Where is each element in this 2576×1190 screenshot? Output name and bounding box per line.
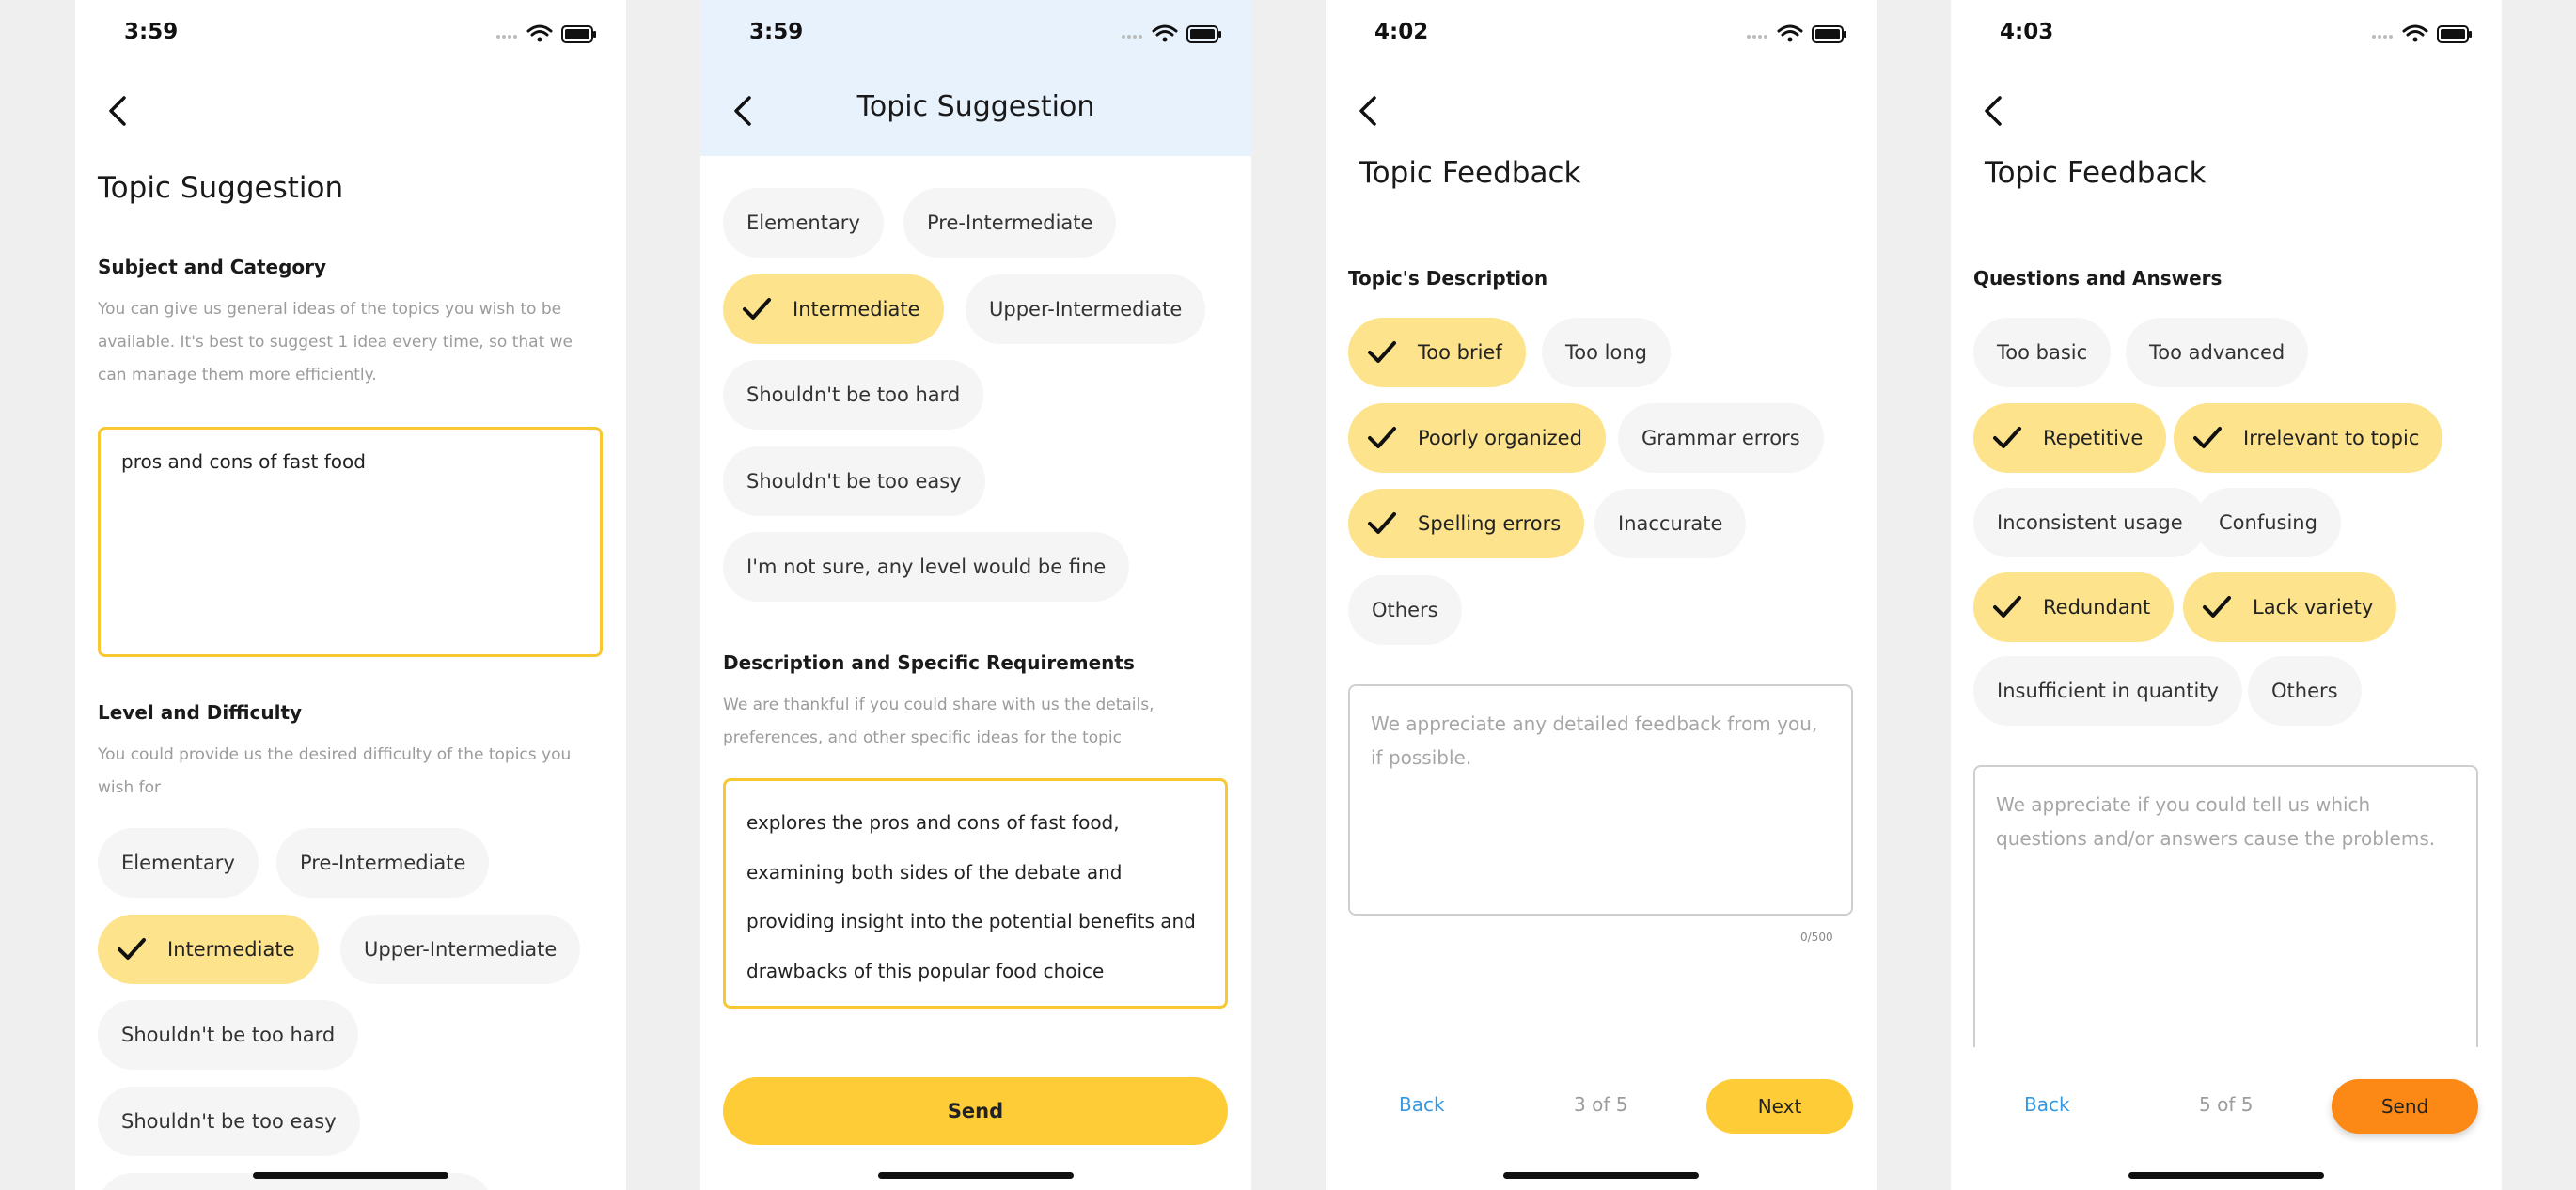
status-bar: 3:59 — [700, 0, 1251, 66]
level-chip-pre-intermediate[interactable]: Pre-Intermediate — [276, 828, 490, 898]
battery-icon — [2437, 25, 2472, 43]
checkmark-icon — [2193, 427, 2222, 448]
status-time: 3:59 — [124, 20, 179, 44]
feedback-chip-inconsistent-usage[interactable]: Inconsistent usage — [1973, 488, 2207, 557]
status-time: 4:02 — [1374, 20, 1429, 44]
feedback-input[interactable]: We appreciate if you could tell us which… — [1973, 765, 2478, 1047]
battery-icon — [1186, 25, 1221, 43]
level-chip-not-too-easy[interactable]: Shouldn't be too easy — [723, 446, 985, 516]
checkmark-icon — [1368, 512, 1396, 534]
wifi-icon — [1777, 24, 1803, 42]
feedback-input[interactable]: We appreciate any detailed feedback from… — [1348, 684, 1853, 916]
feedback-chip-inaccurate[interactable]: Inaccurate — [1594, 489, 1747, 558]
feedback-chip-others[interactable]: Others — [2248, 656, 2362, 726]
screen-topic-feedback-description: 4:02 Topic Feedback Topic's Description … — [1326, 0, 1877, 1190]
feedback-chip-confusing[interactable]: Confusing — [2195, 488, 2341, 557]
send-button[interactable]: Send — [723, 1077, 1228, 1145]
section-heading: Topic's Description — [1348, 267, 1548, 290]
feedback-chip-too-advanced[interactable]: Too advanced — [2126, 318, 2309, 387]
back-button[interactable]: Back — [1399, 1093, 1445, 1116]
wifi-icon — [2402, 24, 2428, 42]
description-heading: Description and Specific Requirements — [723, 651, 1135, 674]
wifi-icon — [1152, 24, 1178, 42]
home-indicator — [878, 1172, 1074, 1179]
feedback-chip-repetitive[interactable]: Repetitive — [1973, 403, 2167, 473]
feedback-chip-grammar-errors[interactable]: Grammar errors — [1618, 403, 1824, 473]
status-time: 4:03 — [2000, 20, 2054, 44]
subject-heading: Subject and Category — [98, 256, 327, 278]
feedback-chip-too-basic[interactable]: Too basic — [1973, 318, 2112, 387]
cellular-signal-icon — [1747, 35, 1767, 39]
page-title: Topic Feedback — [1359, 156, 1581, 190]
level-chip-elementary[interactable]: Elementary — [723, 188, 884, 258]
status-bar: 4:02 — [1326, 0, 1877, 66]
page-title: Topic Suggestion — [856, 90, 1095, 123]
pager: 5 of 5 — [2199, 1093, 2254, 1116]
feedback-chip-too-long[interactable]: Too long — [1542, 318, 1671, 387]
level-helper: You could provide us the desired difficu… — [98, 745, 572, 797]
pager: 3 of 5 — [1574, 1093, 1628, 1116]
status-icons — [1122, 24, 1221, 43]
level-chip-upper-intermediate[interactable]: Upper-Intermediate — [966, 274, 1206, 344]
status-time: 3:59 — [749, 20, 804, 44]
send-button[interactable]: Send — [2332, 1079, 2478, 1134]
back-button[interactable]: Back — [2024, 1093, 2070, 1116]
level-chip-elementary[interactable]: Elementary — [98, 828, 259, 898]
char-counter: 0/500 — [1800, 931, 1833, 944]
status-bar: 4:03 — [1951, 0, 2502, 66]
level-chip-pre-intermediate[interactable]: Pre-Intermediate — [903, 188, 1117, 258]
checkmark-icon — [1368, 427, 1396, 448]
checkmark-icon — [2203, 596, 2231, 618]
wifi-icon — [526, 24, 553, 42]
feedback-chip-insufficient-quantity[interactable]: Insufficient in quantity — [1973, 656, 2242, 726]
level-chip-upper-intermediate[interactable]: Upper-Intermediate — [340, 915, 581, 984]
level-chip-intermediate[interactable]: Intermediate — [723, 274, 944, 344]
section-heading: Questions and Answers — [1973, 267, 2223, 290]
checkmark-icon — [1368, 341, 1396, 363]
checkmark-icon — [1993, 596, 2021, 618]
feedback-chip-others[interactable]: Others — [1348, 575, 1462, 645]
next-button[interactable]: Next — [1706, 1079, 1853, 1134]
status-bar: 3:59 — [75, 0, 626, 66]
page-title: Topic Suggestion — [98, 171, 344, 205]
level-chip-not-too-hard[interactable]: Shouldn't be too hard — [723, 360, 984, 430]
back-chevron-icon[interactable] — [1975, 92, 2013, 130]
cellular-signal-icon — [496, 35, 517, 39]
battery-icon — [561, 25, 596, 43]
subject-input[interactable]: pros and cons of fast food — [98, 427, 603, 657]
feedback-chip-redundant[interactable]: Redundant — [1973, 572, 2175, 642]
screen-topic-feedback-questions: 4:03 Topic Feedback Questions and Answer… — [1951, 0, 2502, 1190]
status-icons — [496, 24, 596, 43]
feedback-chip-lack-variety[interactable]: Lack variety — [2183, 572, 2397, 642]
screen-topic-suggestion-form: 3:59 Topic Suggestion Subject and Catego… — [75, 0, 626, 1190]
feedback-chip-too-brief[interactable]: Too brief — [1348, 318, 1526, 387]
checkmark-icon — [118, 938, 146, 960]
screen-topic-suggestion-description: 3:59 Topic Suggestion Elementary Pre-Int… — [700, 0, 1251, 1190]
level-heading: Level and Difficulty — [98, 701, 303, 724]
page-title: Topic Feedback — [1985, 156, 2207, 190]
subject-helper: You can give us general ideas of the top… — [98, 300, 573, 384]
feedback-chip-irrelevant-to-topic[interactable]: Irrelevant to topic — [2174, 403, 2443, 473]
description-helper: We are thankful if you could share with … — [723, 696, 1154, 747]
status-icons — [2372, 24, 2472, 43]
back-chevron-icon[interactable] — [1350, 92, 1388, 130]
back-chevron-icon[interactable] — [100, 92, 137, 130]
battery-icon — [1812, 25, 1846, 43]
checkmark-icon — [1993, 427, 2021, 448]
feedback-chip-spelling-errors[interactable]: Spelling errors — [1348, 489, 1585, 558]
home-indicator — [1503, 1172, 1699, 1179]
feedback-chip-poorly-organized[interactable]: Poorly organized — [1348, 403, 1606, 473]
status-icons — [1747, 24, 1846, 43]
level-chip-intermediate[interactable]: Intermediate — [98, 915, 319, 984]
checkmark-icon — [743, 298, 771, 320]
level-chip-not-too-hard[interactable]: Shouldn't be too hard — [98, 1000, 359, 1070]
home-indicator — [2128, 1172, 2324, 1179]
level-chip-any-level[interactable]: I'm not sure, any level would be fine — [723, 532, 1130, 602]
cellular-signal-icon — [1122, 35, 1142, 39]
home-indicator — [253, 1172, 448, 1179]
cellular-signal-icon — [2372, 35, 2393, 39]
level-chip-not-too-easy[interactable]: Shouldn't be too easy — [98, 1087, 360, 1156]
description-input[interactable]: explores the pros and cons of fast food,… — [723, 778, 1228, 1009]
